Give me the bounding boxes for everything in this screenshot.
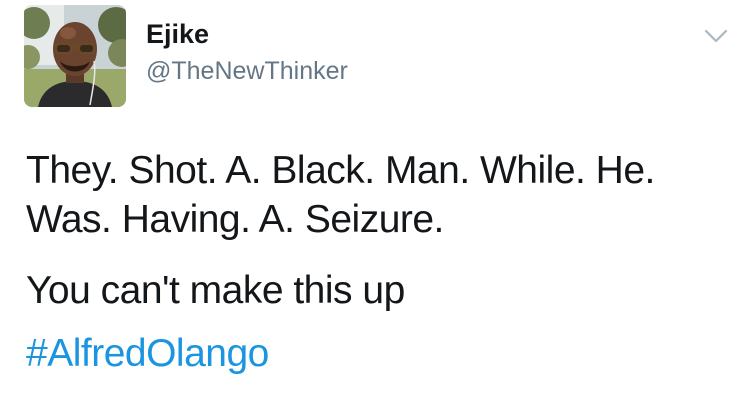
user-handle[interactable]: @TheNewThinker: [146, 56, 348, 86]
chevron-down-icon: [702, 29, 730, 50]
tweet-text-line: Was. Having. A. Seizure.: [26, 198, 444, 241]
tweet-text: They. Shot. A. Black. Man. While. He. Wa…: [26, 146, 726, 378]
avatar-image: [24, 5, 126, 107]
tweet-text-line: You can't make this up: [26, 269, 405, 312]
hashtag-link[interactable]: #AlfredOlango: [26, 329, 269, 378]
tweet-text-line: They. Shot. A. Black. Man. While. He.: [26, 149, 655, 192]
avatar[interactable]: [24, 5, 126, 107]
tweet-menu-button[interactable]: [702, 26, 730, 46]
tweet-card: Ejike @TheNewThinker They. Shot. A. Blac…: [0, 0, 750, 408]
display-name[interactable]: Ejike: [146, 18, 209, 50]
